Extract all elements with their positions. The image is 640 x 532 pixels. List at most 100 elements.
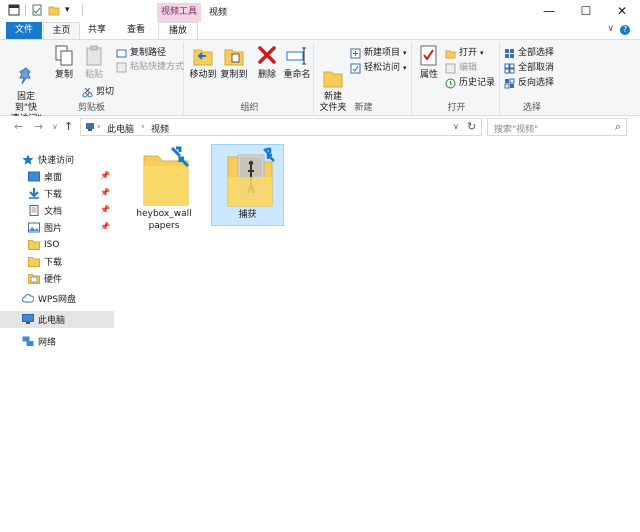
clipboard-group: 固定到"快 速访问" 复制 粘贴 复制路径 粘贴快捷方式 剪切 剪贴板 xyxy=(0,42,184,124)
new-item-label: 新建项目 xyxy=(364,48,401,58)
open-button[interactable]: 打开 ▾ xyxy=(445,47,484,59)
folder-icon xyxy=(322,55,344,88)
nav-item-label: 桌面 xyxy=(44,173,63,183)
address-bar[interactable]: › 此电脑 › 视频 ∨ ↻ xyxy=(80,118,482,136)
paste-button[interactable]: 粘贴 xyxy=(80,44,108,81)
nav-item-label: 文档 xyxy=(44,207,63,217)
breadcrumb-videos[interactable]: 视频 xyxy=(151,122,169,135)
nav-item-desktop[interactable]: 桌面 📌 xyxy=(0,168,114,185)
breadcrumb-this-pc[interactable]: 此电脑 xyxy=(107,122,134,135)
invert-selection-icon xyxy=(504,78,515,89)
nav-quick-access[interactable]: 快速访问 xyxy=(0,151,114,168)
nav-item-iso[interactable]: ISO xyxy=(0,236,114,253)
open-group: 属性 打开 ▾ 编辑 历史记录 打开 xyxy=(414,42,500,114)
chevron-down-icon[interactable]: ▾ xyxy=(65,4,77,16)
properties-icon[interactable] xyxy=(31,4,43,16)
cloud-icon xyxy=(22,293,35,304)
address-dropdown-button[interactable]: ∨ xyxy=(453,122,459,131)
copy-to-button[interactable]: 复制到 xyxy=(219,44,249,81)
chevron-down-icon: ▾ xyxy=(480,49,484,57)
file-item-capture[interactable]: 捕获 xyxy=(211,144,284,226)
move-to-label: 移动到 xyxy=(189,70,217,80)
nav-network[interactable]: 网络 xyxy=(0,333,114,350)
maximize-button[interactable]: ☐ xyxy=(569,0,603,22)
breadcrumb-separator: › xyxy=(141,122,145,132)
paste-shortcut-button[interactable]: 粘贴快捷方式 xyxy=(116,61,184,73)
collapse-ribbon-button[interactable]: ∨ xyxy=(607,24,614,34)
cut-button[interactable]: 剪切 xyxy=(82,86,114,98)
close-button[interactable]: ✕ xyxy=(605,0,639,22)
tab-home[interactable]: 主页 xyxy=(43,22,80,40)
copy-to-label: 复制到 xyxy=(220,70,248,80)
clipboard-group-label: 剪贴板 xyxy=(77,103,105,113)
pin-icon[interactable]: 📌 xyxy=(100,171,110,180)
tab-share[interactable]: 共享 xyxy=(82,22,112,39)
tab-view[interactable]: 查看 xyxy=(118,22,154,39)
nav-wps-cloud[interactable]: WPS网盘 xyxy=(0,290,114,307)
organize-group-label: 组织 xyxy=(240,103,259,113)
recent-locations-button[interactable]: ∨ xyxy=(52,122,58,131)
open-icon xyxy=(445,48,456,59)
minimize-button[interactable]: — xyxy=(532,0,566,22)
edit-icon xyxy=(445,63,456,74)
nav-this-pc[interactable]: 此电脑 xyxy=(0,311,114,328)
refresh-button[interactable]: ↻ xyxy=(467,120,476,133)
copy-button[interactable]: 复制 xyxy=(50,44,78,81)
new-folder-icon[interactable] xyxy=(48,4,60,16)
navigation-pane: 快速访问 桌面 📌 下载 📌 文档 📌 图片 📌 ISO 下载 硬件 WPS网盘… xyxy=(0,140,118,532)
pin-icon xyxy=(15,55,37,85)
nav-quick-access-label: 快速访问 xyxy=(38,156,75,166)
new-group-label: 新建 xyxy=(354,103,373,113)
rename-button[interactable]: 重命名 xyxy=(282,44,312,81)
invert-selection-button[interactable]: 反向选择 xyxy=(504,77,554,89)
folder-shortcut-icon xyxy=(136,146,192,208)
history-button[interactable]: 历史记录 xyxy=(445,77,495,89)
copy-path-icon xyxy=(116,48,127,59)
nav-item-downloads-folder[interactable]: 下载 xyxy=(0,253,114,270)
quick-access-toolbar: ▾ xyxy=(8,4,83,16)
qat-separator xyxy=(82,4,83,16)
search-box[interactable]: 搜索"视频" ⌕ xyxy=(487,118,627,136)
folder-icon xyxy=(28,273,40,284)
select-none-button[interactable]: 全部取消 xyxy=(504,62,554,74)
select-all-button[interactable]: 全部选择 xyxy=(504,47,554,59)
nav-network-label: 网络 xyxy=(38,338,57,348)
pin-icon[interactable]: 📌 xyxy=(100,188,110,197)
edit-button[interactable]: 编辑 xyxy=(445,62,477,74)
move-to-button[interactable]: 移动到 xyxy=(188,44,218,81)
folder-photo-icon xyxy=(220,147,276,209)
tab-play[interactable]: 播放 xyxy=(158,22,198,39)
nav-this-pc-label: 此电脑 xyxy=(38,316,66,326)
select-all-icon xyxy=(504,48,515,59)
forward-button[interactable]: → xyxy=(34,120,43,133)
nav-item-pictures[interactable]: 图片 📌 xyxy=(0,219,114,236)
rename-icon xyxy=(286,44,308,68)
qat-separator xyxy=(25,4,26,16)
delete-button[interactable]: 删除 xyxy=(254,44,280,81)
easy-access-button[interactable]: 轻松访问 ▾ xyxy=(350,62,407,74)
nav-item-downloads[interactable]: 下载 📌 xyxy=(0,185,114,202)
window-title: 视频 xyxy=(209,8,228,18)
back-button[interactable]: ← xyxy=(14,120,23,133)
search-icon[interactable]: ⌕ xyxy=(615,120,621,134)
up-button[interactable]: ↑ xyxy=(64,120,73,133)
nav-item-documents[interactable]: 文档 📌 xyxy=(0,202,114,219)
paste-shortcut-label: 粘贴快捷方式 xyxy=(130,62,185,72)
file-item-heybox-wallpapers[interactable]: heybox_wallpapers xyxy=(132,144,196,236)
tab-file[interactable]: 文件 xyxy=(6,22,42,39)
folder-icon xyxy=(28,256,40,267)
help-icon[interactable]: ? xyxy=(620,25,630,35)
pin-icon[interactable]: 📌 xyxy=(100,222,110,231)
copy-label: 复制 xyxy=(54,70,73,80)
new-item-button[interactable]: 新建项目 ▾ xyxy=(350,47,407,59)
pc-icon xyxy=(85,122,95,135)
copy-path-button[interactable]: 复制路径 xyxy=(116,47,166,59)
nav-item-hardware[interactable]: 硬件 xyxy=(0,270,114,287)
new-group: 新建 文件夹 新建项目 ▾ 轻松访问 ▾ 新建 xyxy=(316,42,412,114)
file-list: heybox_wallpapers 捕获 xyxy=(118,140,640,532)
delete-label: 删除 xyxy=(257,70,276,80)
file-name: 捕获 xyxy=(238,210,257,220)
nav-item-label: ISO xyxy=(44,239,60,250)
properties-button[interactable]: 属性 xyxy=(416,44,442,81)
pin-icon[interactable]: 📌 xyxy=(100,205,110,214)
